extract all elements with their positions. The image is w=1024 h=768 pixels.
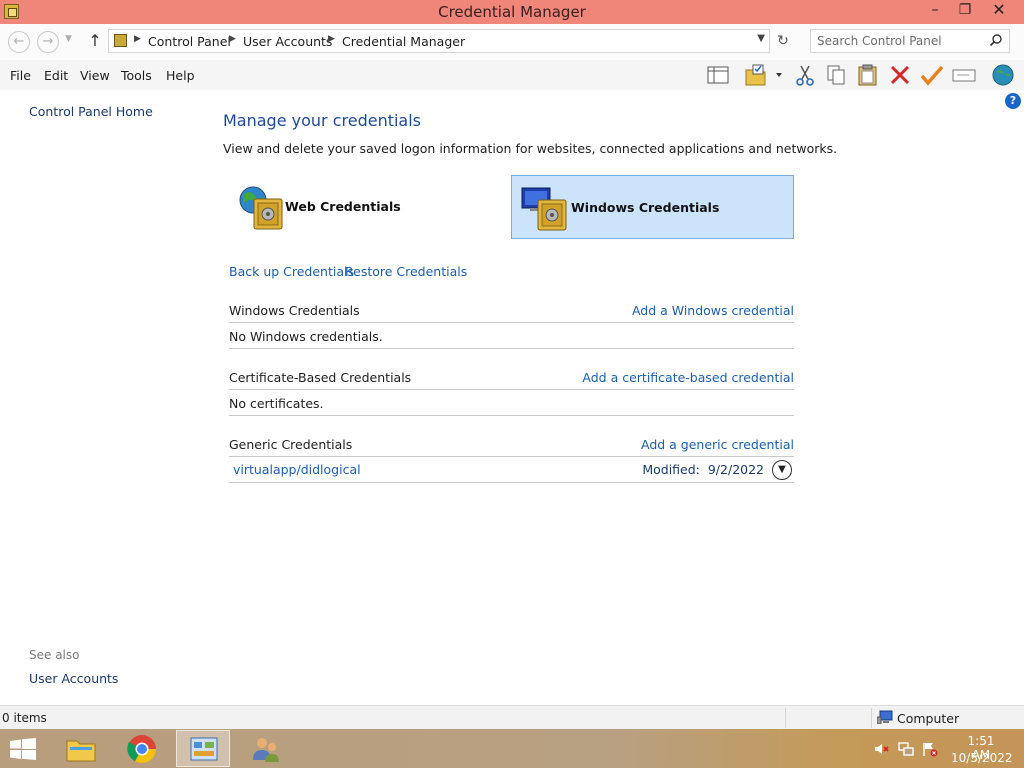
refresh-icon[interactable]: ↻ [774,33,792,51]
menu-view[interactable]: View [80,68,110,83]
breadcrumb-control-panel[interactable]: Control Panel [148,34,231,49]
control-panel-icon [114,34,127,47]
network-icon[interactable] [898,741,914,757]
see-also-label: See also [29,648,80,662]
up-arrow-icon[interactable]: ↑ [86,31,104,51]
page-title: Manage your credentials [223,111,422,130]
computer-icon [877,710,893,724]
minimize-button[interactable]: – [920,0,950,22]
breadcrumb-chevron-icon[interactable]: ▶ [328,34,335,44]
credential-name[interactable]: virtualapp/didlogical [233,462,361,477]
breadcrumb-chevron-icon[interactable]: ▶ [134,34,141,44]
windows-start-icon[interactable] [8,738,38,760]
forward-button[interactable]: → [37,31,59,53]
section-header: Certificate-Based Credentials [229,370,412,385]
cut-icon[interactable] [792,62,818,88]
certificate-credentials-section: Certificate-Based Credentials Add a cert… [229,370,794,416]
empty-message: No certificates. [229,396,324,411]
item-count: 0 items [2,711,47,725]
user-accounts-icon [253,738,279,762]
control-panel-icon [190,737,218,761]
divider [229,348,794,349]
menu-edit[interactable]: Edit [44,68,68,83]
restore-credentials-link[interactable]: Restore Credentials [345,264,467,279]
arrow-right-icon: → [42,34,54,49]
divider [229,322,794,323]
modified-date: 9/2/2022 [707,462,764,477]
title-bar: Credential Manager – ❐ ✕ [0,0,1024,24]
help-icon[interactable]: ? [1005,93,1021,109]
back-button[interactable]: ← [8,31,30,53]
action-center-flag-icon[interactable] [922,741,938,757]
search-box[interactable] [810,29,1010,53]
clock-date[interactable]: 10/5/2022 [951,751,1013,765]
arrow-left-icon: ← [13,34,25,49]
divider [229,482,794,483]
divider [785,708,786,728]
add-windows-credential-link[interactable]: Add a Windows credential [632,303,794,318]
breadcrumb-user-accounts[interactable]: User Accounts [243,34,332,49]
page-description: View and delete your saved logon informa… [223,141,838,156]
speaker-muted-icon[interactable] [873,741,889,757]
zone-label: Computer [897,711,960,726]
add-generic-credential-link[interactable]: Add a generic credential [641,437,794,452]
menu-tools[interactable]: Tools [121,68,152,83]
layout-icon[interactable] [705,62,731,88]
folder-check-icon[interactable] [743,62,787,88]
generic-credentials-section: Generic Credentials Add a generic creden… [229,437,794,483]
globe-icon[interactable] [990,62,1016,88]
divider [229,415,794,416]
delete-icon[interactable] [887,62,913,88]
checkmark-icon[interactable] [919,62,945,88]
copy-icon[interactable] [823,62,849,88]
chrome-icon [127,735,156,763]
expand-chevron-icon[interactable]: ▼ [772,460,792,480]
divider [229,456,794,457]
section-header: Windows Credentials [229,303,360,318]
properties-icon[interactable] [951,62,977,88]
menu-help[interactable]: Help [166,68,195,83]
web-credentials-label: Web Credentials [285,199,401,214]
window-title: Credential Manager [438,3,586,21]
close-button[interactable]: ✕ [980,0,1018,22]
address-row: ← → ▼ ↑ ▶ Control Panel ▶ User Accounts … [0,24,1024,60]
backup-credentials-link[interactable]: Back up Credentials [229,264,354,279]
modified-label: Modified: [642,462,700,477]
search-input[interactable] [817,33,987,49]
paste-icon[interactable] [855,62,881,88]
user-accounts-link[interactable]: User Accounts [29,671,118,686]
breadcrumb-chevron-icon[interactable]: ▶ [229,34,236,44]
windows-credentials-section: Windows Credentials Add a Windows creden… [229,303,794,349]
taskbar-user-accounts[interactable] [239,730,293,767]
web-credentials-vault-icon [239,186,283,230]
taskbar: 1:51 AM 10/5/2022 [0,729,1024,768]
taskbar-chrome[interactable] [115,730,169,767]
address-dropdown-icon[interactable]: ▼ [757,33,765,44]
windows-credentials-vault-icon [521,187,567,231]
section-header: Generic Credentials [229,437,353,452]
status-bar: 0 items Computer [0,705,1024,729]
file-explorer-icon [66,740,96,762]
divider [229,389,794,390]
breadcrumb-credential-manager[interactable]: Credential Manager [342,34,465,49]
maximize-button[interactable]: ❐ [950,0,980,22]
credential-modified: Modified: 9/2/2022 [642,462,764,477]
add-certificate-credential-link[interactable]: Add a certificate-based credential [582,370,794,385]
search-icon[interactable] [989,33,1003,47]
menu-file[interactable]: File [10,68,31,83]
windows-credentials-tile[interactable]: Windows Credentials [511,175,794,239]
address-bar[interactable]: ▶ Control Panel ▶ User Accounts ▶ Creden… [108,29,770,53]
menu-bar: File Edit View Tools Help [0,60,1024,90]
divider [871,708,872,728]
taskbar-control-panel[interactable] [176,730,230,767]
taskbar-file-explorer[interactable] [54,730,108,767]
web-credentials-tile[interactable]: Web Credentials [228,175,511,239]
control-panel-home-link[interactable]: Control Panel Home [29,104,153,119]
recent-locations-chevron-icon[interactable]: ▼ [65,34,72,44]
empty-message: No Windows credentials. [229,329,383,344]
windows-credentials-label: Windows Credentials [571,200,720,215]
